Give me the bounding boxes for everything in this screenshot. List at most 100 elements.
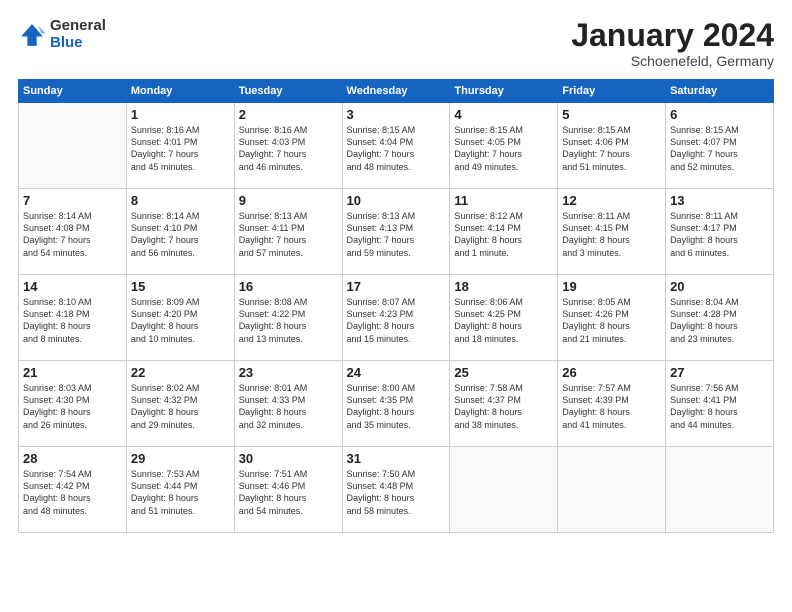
day-cell: 27 Sunrise: 7:56 AM Sunset: 4:41 PM Dayli… — [666, 361, 774, 447]
day-number: 23 — [239, 365, 338, 380]
day-number: 2 — [239, 107, 338, 122]
day-number: 26 — [562, 365, 661, 380]
day-number: 15 — [131, 279, 230, 294]
logo: General Blue — [18, 18, 106, 51]
day-info: Sunrise: 8:13 AM Sunset: 4:13 PM Dayligh… — [347, 210, 446, 259]
weekday-header-tuesday: Tuesday — [234, 80, 342, 103]
day-cell: 30Sunrise: 7:51 AM Sunset: 4:46 PM Dayli… — [234, 447, 342, 533]
day-number: 25 — [454, 365, 553, 380]
day-info: Sunrise: 7:54 AM Sunset: 4:42 PM Dayligh… — [23, 468, 122, 517]
weekday-header-monday: Monday — [126, 80, 234, 103]
week-row-3: 14Sunrise: 8:10 AM Sunset: 4:18 PM Dayli… — [19, 275, 774, 361]
day-number: 20 — [670, 279, 769, 294]
day-info: Sunrise: 8:09 AM Sunset: 4:20 PM Dayligh… — [131, 296, 230, 345]
day-cell: 19 Sunrise: 8:05 AM Sunset: 4:26 PM Dayli… — [558, 275, 666, 361]
weekday-header-thursday: Thursday — [450, 80, 558, 103]
day-cell: 13Sunrise: 8:11 AM Sunset: 4:17 PM Dayli… — [666, 189, 774, 275]
day-info: Sunrise: 8:15 AM Sunset: 4:04 PM Dayligh… — [347, 124, 446, 173]
day-cell: 2 Sunrise: 8:16 AM Sunset: 4:03 PM Daylig… — [234, 103, 342, 189]
day-info: Sunrise: 8:12 AM Sunset: 4:14 PM Dayligh… — [454, 210, 553, 259]
week-row-1: 1 Sunrise: 8:16 AM Sunset: 4:01 PM Daylig… — [19, 103, 774, 189]
day-info: Sunrise: 7:57 AM Sunset: 4:39 PM Dayligh… — [562, 382, 661, 431]
day-number: 19 — [562, 279, 661, 294]
logo-text: General Blue — [50, 18, 106, 51]
calendar-title: January 2024 — [571, 18, 774, 53]
weekday-header-saturday: Saturday — [666, 80, 774, 103]
day-number: 8 — [131, 193, 230, 208]
day-cell: 15 Sunrise: 8:09 AM Sunset: 4:20 PM Dayli… — [126, 275, 234, 361]
day-cell: 28 Sunrise: 7:54 AM Sunset: 4:42 PM Dayli… — [19, 447, 127, 533]
day-number: 21 — [23, 365, 122, 380]
day-number: 1 — [131, 107, 230, 122]
day-info: Sunrise: 8:01 AM Sunset: 4:33 PM Dayligh… — [239, 382, 338, 431]
day-number: 13 — [670, 193, 769, 208]
day-cell: 9 Sunrise: 8:13 AM Sunset: 4:11 PM Daylig… — [234, 189, 342, 275]
day-info: Sunrise: 8:11 AM Sunset: 4:15 PM Dayligh… — [562, 210, 661, 259]
day-info: Sunrise: 7:56 AM Sunset: 4:41 PM Dayligh… — [670, 382, 769, 431]
day-cell: 10 Sunrise: 8:13 AM Sunset: 4:13 PM Dayli… — [342, 189, 450, 275]
day-cell: 23 Sunrise: 8:01 AM Sunset: 4:33 PM Dayli… — [234, 361, 342, 447]
day-number: 27 — [670, 365, 769, 380]
day-cell: 24 Sunrise: 8:00 AM Sunset: 4:35 PM Dayli… — [342, 361, 450, 447]
day-info: Sunrise: 7:58 AM Sunset: 4:37 PM Dayligh… — [454, 382, 553, 431]
day-info: Sunrise: 7:53 AM Sunset: 4:44 PM Dayligh… — [131, 468, 230, 517]
day-number: 16 — [239, 279, 338, 294]
day-number: 11 — [454, 193, 553, 208]
day-cell: 1 Sunrise: 8:16 AM Sunset: 4:01 PM Daylig… — [126, 103, 234, 189]
day-cell: 8 Sunrise: 8:14 AM Sunset: 4:10 PM Daylig… — [126, 189, 234, 275]
day-cell: 6 Sunrise: 8:15 AM Sunset: 4:07 PM Daylig… — [666, 103, 774, 189]
day-number: 30 — [239, 451, 338, 466]
day-number: 29 — [131, 451, 230, 466]
day-cell: 31 Sunrise: 7:50 AM Sunset: 4:48 PM Dayli… — [342, 447, 450, 533]
day-number: 31 — [347, 451, 446, 466]
day-info: Sunrise: 8:16 AM Sunset: 4:01 PM Dayligh… — [131, 124, 230, 173]
day-number: 6 — [670, 107, 769, 122]
day-number: 17 — [347, 279, 446, 294]
day-number: 24 — [347, 365, 446, 380]
day-info: Sunrise: 8:00 AM Sunset: 4:35 PM Dayligh… — [347, 382, 446, 431]
logo-general-text: General — [50, 18, 106, 35]
day-number: 3 — [347, 107, 446, 122]
day-cell: 11 Sunrise: 8:12 AM Sunset: 4:14 PM Dayli… — [450, 189, 558, 275]
page: General Blue January 2024 Schoenefeld, G… — [0, 0, 792, 612]
day-cell: 3 Sunrise: 8:15 AM Sunset: 4:04 PM Daylig… — [342, 103, 450, 189]
day-cell: 12Sunrise: 8:11 AM Sunset: 4:15 PM Dayli… — [558, 189, 666, 275]
logo-blue-text: Blue — [50, 35, 106, 52]
day-info: Sunrise: 8:15 AM Sunset: 4:06 PM Dayligh… — [562, 124, 661, 173]
day-cell: 22Sunrise: 8:02 AM Sunset: 4:32 PM Dayli… — [126, 361, 234, 447]
day-info: Sunrise: 8:07 AM Sunset: 4:23 PM Dayligh… — [347, 296, 446, 345]
week-row-2: 7Sunrise: 8:14 AM Sunset: 4:08 PM Daylig… — [19, 189, 774, 275]
day-info: Sunrise: 8:16 AM Sunset: 4:03 PM Dayligh… — [239, 124, 338, 173]
calendar-table: SundayMondayTuesdayWednesdayThursdayFrid… — [18, 79, 774, 533]
day-info: Sunrise: 8:05 AM Sunset: 4:26 PM Dayligh… — [562, 296, 661, 345]
day-cell: 5 Sunrise: 8:15 AM Sunset: 4:06 PM Daylig… — [558, 103, 666, 189]
day-info: Sunrise: 8:03 AM Sunset: 4:30 PM Dayligh… — [23, 382, 122, 431]
day-cell: 25 Sunrise: 7:58 AM Sunset: 4:37 PM Dayli… — [450, 361, 558, 447]
day-cell — [19, 103, 127, 189]
weekday-header-row: SundayMondayTuesdayWednesdayThursdayFrid… — [19, 80, 774, 103]
day-cell: 29 Sunrise: 7:53 AM Sunset: 4:44 PM Dayli… — [126, 447, 234, 533]
day-info: Sunrise: 8:15 AM Sunset: 4:05 PM Dayligh… — [454, 124, 553, 173]
day-info: Sunrise: 8:08 AM Sunset: 4:22 PM Dayligh… — [239, 296, 338, 345]
week-row-4: 21 Sunrise: 8:03 AM Sunset: 4:30 PM Dayli… — [19, 361, 774, 447]
day-info: Sunrise: 8:14 AM Sunset: 4:10 PM Dayligh… — [131, 210, 230, 259]
day-cell: 17 Sunrise: 8:07 AM Sunset: 4:23 PM Dayli… — [342, 275, 450, 361]
week-row-5: 28 Sunrise: 7:54 AM Sunset: 4:42 PM Dayli… — [19, 447, 774, 533]
weekday-header-friday: Friday — [558, 80, 666, 103]
day-info: Sunrise: 8:06 AM Sunset: 4:25 PM Dayligh… — [454, 296, 553, 345]
day-number: 7 — [23, 193, 122, 208]
day-info: Sunrise: 8:04 AM Sunset: 4:28 PM Dayligh… — [670, 296, 769, 345]
day-number: 10 — [347, 193, 446, 208]
day-info: Sunrise: 8:13 AM Sunset: 4:11 PM Dayligh… — [239, 210, 338, 259]
day-cell: 21 Sunrise: 8:03 AM Sunset: 4:30 PM Dayli… — [19, 361, 127, 447]
day-info: Sunrise: 8:10 AM Sunset: 4:18 PM Dayligh… — [23, 296, 122, 345]
day-number: 5 — [562, 107, 661, 122]
title-block: January 2024 Schoenefeld, Germany — [571, 18, 774, 69]
day-number: 9 — [239, 193, 338, 208]
day-cell: 16 Sunrise: 8:08 AM Sunset: 4:22 PM Dayli… — [234, 275, 342, 361]
weekday-header-wednesday: Wednesday — [342, 80, 450, 103]
day-number: 28 — [23, 451, 122, 466]
day-info: Sunrise: 7:50 AM Sunset: 4:48 PM Dayligh… — [347, 468, 446, 517]
day-cell: 7Sunrise: 8:14 AM Sunset: 4:08 PM Daylig… — [19, 189, 127, 275]
day-info: Sunrise: 8:15 AM Sunset: 4:07 PM Dayligh… — [670, 124, 769, 173]
